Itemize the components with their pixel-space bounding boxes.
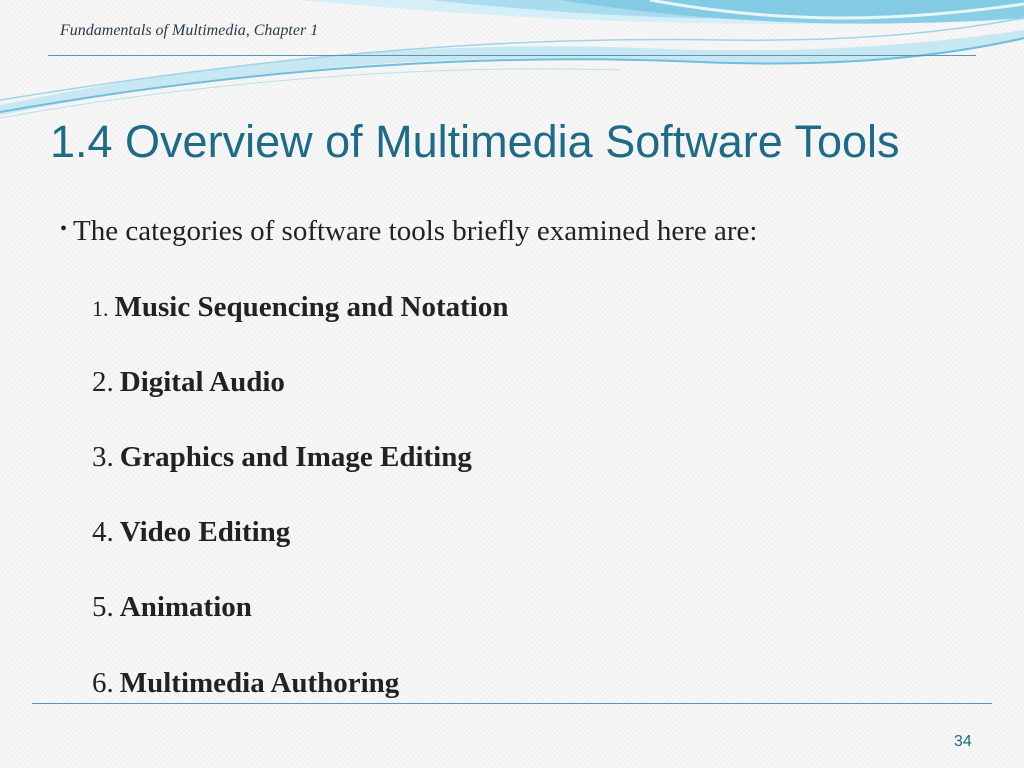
- list-item-label: Animation: [119, 591, 252, 623]
- intro-bullet-text: The categories of software tools briefly…: [73, 215, 758, 247]
- list-item: 3. Graphics and Image Editing: [92, 441, 472, 474]
- intro-bullet: • The categories of software tools briefl…: [60, 215, 757, 248]
- list-item-number: 1.: [92, 296, 109, 321]
- list-item-label: Video Editing: [119, 516, 291, 548]
- list-item: 2. Digital Audio: [92, 366, 285, 399]
- page-number: 34: [954, 733, 972, 750]
- chapter-header: Fundamentals of Multimedia, Chapter 1: [60, 22, 319, 39]
- list-item-number: 4.: [92, 516, 114, 548]
- list-item-number: 2.: [92, 366, 114, 398]
- list-item-number: 5.: [92, 591, 114, 623]
- list-item: 1. Music Sequencing and Notation: [92, 291, 508, 324]
- list-item-label: Music Sequencing and Notation: [114, 291, 509, 323]
- footer-divider: [32, 703, 992, 704]
- list-item-label: Digital Audio: [119, 366, 285, 398]
- list-item-number: 3.: [92, 441, 114, 473]
- list-item: 5. Animation: [92, 591, 252, 624]
- bullet-icon: •: [60, 218, 68, 240]
- list-item-number: 6.: [92, 667, 114, 699]
- list-item: 4. Video Editing: [92, 516, 290, 549]
- header-wave-decoration: [0, 0, 1024, 119]
- list-item-label: Multimedia Authoring: [119, 667, 400, 699]
- slide-title: 1.4 Overview of Multimedia Software Tool…: [50, 116, 900, 167]
- slide: Fundamentals of Multimedia, Chapter 1 1.…: [0, 0, 1024, 768]
- header-divider: [48, 55, 976, 56]
- list-item-label: Graphics and Image Editing: [119, 441, 472, 473]
- list-item: 6. Multimedia Authoring: [92, 667, 399, 700]
